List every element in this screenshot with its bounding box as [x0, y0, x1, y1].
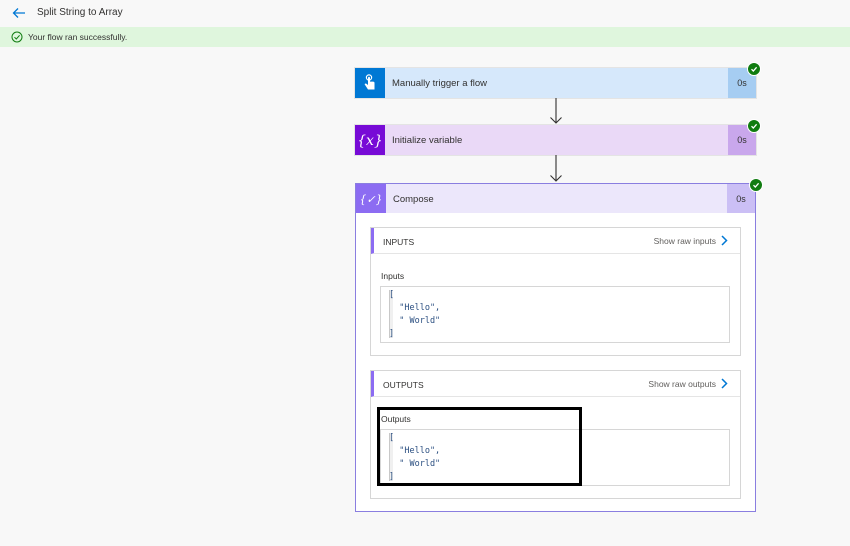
show-raw-inputs-label: Show raw inputs	[653, 235, 716, 246]
flow-arrow-icon	[550, 155, 562, 182]
show-raw-outputs-link[interactable]: Show raw outputs	[648, 378, 728, 389]
compose-header[interactable]: {✓} Compose 0s	[356, 184, 755, 213]
show-raw-inputs-link[interactable]: Show raw inputs	[654, 235, 728, 246]
success-banner: Your flow ran successfully.	[0, 27, 850, 47]
top-bar: Split String to Array	[0, 0, 850, 26]
outputs-code: [ "Hello", " World" ]	[389, 433, 441, 482]
chevron-right-icon	[721, 235, 728, 246]
inputs-title: INPUTS	[383, 237, 415, 247]
show-raw-outputs-label: Show raw outputs	[648, 378, 716, 389]
compose-icon: {✓}	[356, 184, 386, 213]
chevron-right-icon	[721, 378, 728, 389]
outputs-label: Outputs	[381, 414, 411, 424]
inputs-header: INPUTS Show raw inputs	[371, 228, 740, 254]
step-name: Manually trigger a flow	[392, 78, 488, 89]
inputs-section: INPUTS Show raw inputs Inputs [ "Hello",…	[370, 227, 741, 356]
success-check-icon	[749, 178, 763, 192]
flow-arrow-icon	[550, 98, 562, 124]
page-title: Split String to Array	[37, 7, 123, 18]
back-arrow-icon[interactable]	[12, 6, 26, 20]
variable-icon: {x}	[355, 125, 385, 155]
inputs-code-box[interactable]: [ "Hello", " World" ]	[380, 286, 730, 343]
checkmark-circle-icon	[11, 31, 23, 43]
svg-text:{x}: {x}	[359, 133, 381, 149]
inputs-label: Inputs	[381, 271, 405, 281]
step-manual-trigger[interactable]: Manually trigger a flow 0s	[355, 62, 761, 98]
banner-message: Your flow ran successfully.	[28, 32, 128, 42]
step-name: Initialize variable	[392, 135, 463, 146]
step-compose: {✓} Compose 0s INPUTS Show raw inputs In…	[355, 183, 756, 512]
inputs-code: [ "Hello", " World" ]	[389, 290, 441, 339]
outputs-section: OUTPUTS Show raw outputs Outputs [ "Hell…	[370, 370, 741, 499]
step-name: Compose	[393, 194, 434, 205]
outputs-code-box[interactable]: [ "Hello", " World" ]	[380, 429, 730, 486]
svg-text:{✓}: {✓}	[361, 193, 381, 206]
success-check-icon	[747, 119, 761, 133]
outputs-header: OUTPUTS Show raw outputs	[371, 371, 740, 397]
success-check-icon	[747, 62, 761, 76]
outputs-title: OUTPUTS	[383, 380, 424, 390]
touch-icon	[355, 68, 385, 98]
step-initialize-variable[interactable]: {x} Initialize variable 0s	[355, 119, 761, 155]
